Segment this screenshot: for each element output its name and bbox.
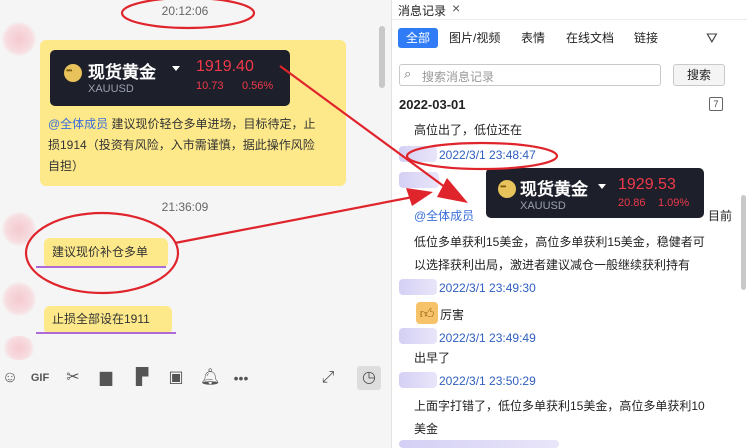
quote-change: 10.73 [196, 80, 224, 92]
decoration [36, 332, 176, 334]
quote-symbol: XAUUSD [520, 200, 566, 212]
quote-card[interactable]: 现货黄金 XAUUSD 1929.53 20.86 1.09% [486, 168, 704, 218]
scrollbar[interactable] [741, 195, 746, 290]
quote-change: 20.86 [618, 197, 646, 209]
quote-change-pct: 1.09% [658, 197, 690, 209]
message-text: 低位多单获利15美金，高位多单获利15美金，稳健者可 [414, 235, 705, 249]
quote-price: 1919.40 [196, 58, 254, 75]
caret-down-icon [598, 184, 606, 189]
message-time: 2022/3/1 23:50:29 [439, 374, 536, 388]
timestamp: 20:12:06 [161, 4, 209, 18]
mention-all[interactable]: @全体成员 [48, 117, 108, 131]
message-text: 上面字打错了，低位多单获利15美金，高位多单获利10 [414, 399, 705, 413]
quote-change-pct: 0.56% [242, 80, 274, 92]
bell-icon[interactable]: 🔔︎ [200, 368, 220, 388]
avatar[interactable] [2, 22, 36, 56]
message-time: 2022/3/1 23:49:30 [439, 281, 536, 295]
message-text: 美金 [414, 422, 439, 436]
folder-icon[interactable]: ▆ [96, 368, 116, 388]
gold-logo-icon [64, 64, 82, 82]
expand-icon[interactable]: ⤢ [318, 368, 338, 388]
search-placeholder: 搜索消息记录 [422, 70, 495, 84]
quote-price: 1929.53 [618, 176, 676, 193]
search-button[interactable]: 搜索 [673, 64, 725, 86]
message-line: 自担） [48, 159, 85, 173]
filter-stickers[interactable]: 表情 [521, 28, 545, 48]
message-time: 2022/3/1 23:48:47 [439, 148, 536, 162]
avatar[interactable] [2, 336, 36, 360]
message-text: 厉害 [440, 308, 465, 322]
avatar[interactable] [2, 212, 36, 246]
search-icon: ⌕ [404, 66, 412, 81]
timestamp: 21:36:09 [161, 200, 209, 214]
thumbs-up-icon: 👍︎ [416, 302, 438, 324]
message-line: 损1914（投资有风险，入市需谨慎，据此操作风险 [48, 138, 315, 152]
quote-card[interactable]: 现货黄金 XAUUSD 1919.40 10.73 0.56% [50, 50, 290, 106]
history-panel: 消息记录 × 全部 图片/视频 表情 在线文档 链接 ⛛ ⌕ 搜索消息记录 搜索… [391, 0, 747, 448]
more-icon[interactable]: ••• [231, 368, 251, 388]
sender-name [399, 372, 437, 388]
message-text: 高位出了，低位还在 [414, 123, 523, 137]
message-line: 建议现价轻仓多单进场，目标待定，止 [108, 117, 316, 131]
search-input[interactable]: ⌕ 搜索消息记录 [399, 64, 661, 86]
quote-symbol: XAUUSD [88, 83, 134, 95]
message-input[interactable] [0, 398, 391, 448]
scissors-icon[interactable]: ✂ [63, 368, 83, 388]
message-bubble[interactable]: 止损全部设在1911 [44, 306, 172, 334]
filter-all[interactable]: 全部 [398, 28, 438, 48]
sender-name [399, 328, 437, 344]
filter-docs[interactable]: 在线文档 [566, 28, 614, 48]
message-bubble[interactable]: 建议现价补仓多单 [44, 238, 168, 268]
gif-icon[interactable]: GIF [30, 368, 50, 388]
message-time: 2022/3/1 23:49:49 [439, 331, 536, 345]
message-bubble[interactable]: 现货黄金 XAUUSD 1919.40 10.73 0.56% @全体成员 建议… [40, 40, 346, 186]
message-text: 止损全部设在1911 [52, 312, 150, 326]
quote-title: 现货黄金 [520, 180, 588, 199]
message-text: 建议现价补仓多单 [52, 245, 149, 259]
decoration [36, 266, 166, 268]
panel-title[interactable]: 消息记录 [398, 2, 446, 19]
mention-all[interactable]: @全体成员 [414, 205, 474, 228]
filter-icon[interactable]: ⛛ [706, 30, 718, 47]
filter-links[interactable]: 链接 [634, 28, 658, 48]
message-text: 以选择获利出局，激进者建议减仓一般继续获利持有 [414, 258, 691, 272]
caret-down-icon [172, 66, 180, 71]
emoji-icon[interactable]: ☺ [0, 368, 20, 388]
quote-title: 现货黄金 [88, 63, 156, 82]
document-icon[interactable]: ▛ [132, 368, 152, 388]
image-icon[interactable]: ▣ [166, 368, 186, 388]
sender-name [399, 172, 439, 188]
calendar-icon[interactable]: 7 [709, 97, 723, 111]
sender-name [399, 146, 437, 162]
avatar[interactable] [2, 282, 36, 316]
message-text: 目前 [708, 209, 733, 223]
message-text: @全体成员 建议现价轻仓多单进场，目标待定，止 损1914（投资有风险，入市需谨… [48, 114, 344, 177]
sender-name [399, 440, 559, 448]
panel-tab-bar: 消息记录 × [392, 0, 747, 20]
chat-pane: 20:12:06 现货黄金 XAUUSD 1919.40 10.73 0.56%… [0, 0, 391, 448]
gold-logo-icon [498, 180, 516, 198]
date-header: 2022-03-01 [399, 97, 466, 112]
close-icon[interactable]: × [452, 0, 460, 16]
sender-name [399, 279, 437, 295]
scrollbar[interactable] [379, 26, 385, 88]
filter-media[interactable]: 图片/视频 [449, 28, 500, 48]
message-text: 出早了 [414, 351, 451, 365]
clock-icon[interactable]: ◷ [357, 366, 381, 390]
input-toolbar: ☺ GIF ✂ ▆ ▛ ▣ 🔔︎ ••• ⤢ ◷ [0, 358, 391, 398]
